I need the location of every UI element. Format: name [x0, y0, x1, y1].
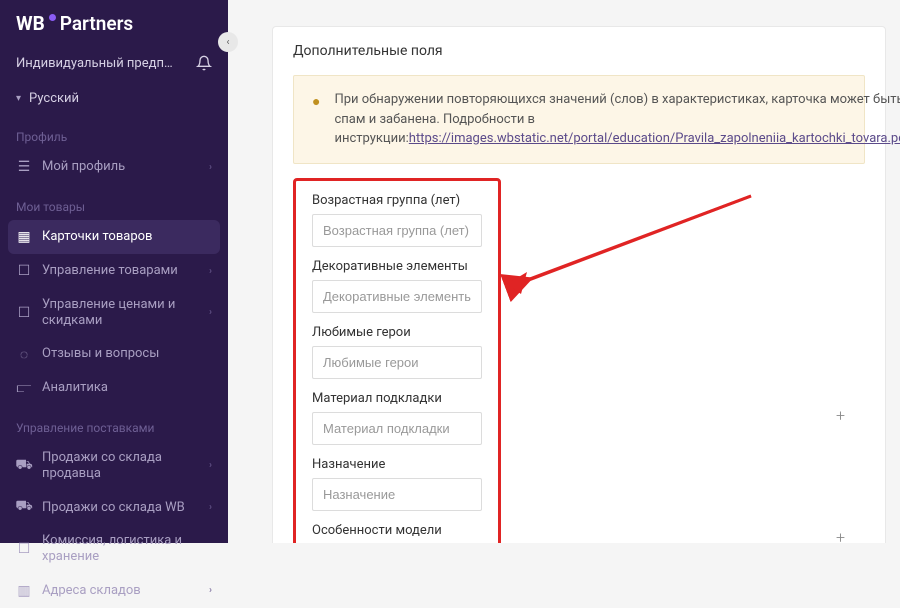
box-icon: ☐: [16, 263, 32, 279]
user-name: Индивидуальный предпр…: [16, 56, 176, 71]
field-label-age-group: Возрастная группа (лет): [312, 193, 482, 208]
truck-icon: ⛟: [16, 499, 32, 515]
nav-my-profile[interactable]: ☰Мой профиль ›: [0, 150, 228, 184]
field-input-purpose[interactable]: [312, 478, 482, 511]
nav-manage-prices[interactable]: ☐Управление ценами и скидками ›: [0, 288, 228, 337]
warning-banner: ● При обнаружении повторяющихся значений…: [293, 75, 865, 164]
section-profile: Профиль: [0, 114, 228, 150]
chevron-right-icon: ›: [209, 266, 212, 277]
section-products: Мои товары: [0, 184, 228, 220]
user-row[interactable]: Индивидуальный предпр…: [0, 49, 228, 83]
warning-icon: ●: [312, 92, 320, 149]
chevron-right-icon: ›: [209, 162, 212, 173]
nav-manage-products[interactable]: ☐Управление товарами ›: [0, 254, 228, 288]
nav-warehouses[interactable]: ▥Адреса складов ›: [0, 574, 228, 608]
calc-icon: ☐: [16, 541, 32, 557]
chart-icon: ⫍: [16, 380, 32, 396]
nav-reviews[interactable]: ◌Отзывы и вопросы: [0, 337, 228, 371]
warning-link[interactable]: https://images.wbstatic.net/portal/educa…: [409, 131, 900, 146]
plus-icon[interactable]: +: [836, 406, 845, 425]
nav-commission[interactable]: ☐Комиссия, логистика и хранение: [0, 524, 228, 573]
chevron-right-icon: ›: [209, 502, 212, 513]
warning-text: При обнаружении повторяющихся значений (…: [334, 90, 900, 149]
annotation-arrow: [501, 186, 761, 306]
panel-title: Дополнительные поля: [293, 43, 865, 59]
field-label-heroes: Любимые герои: [312, 325, 482, 340]
nav-product-cards[interactable]: ▦Карточки товаров: [8, 220, 220, 254]
field-label-lining: Материал подкладки: [312, 391, 482, 406]
sidebar: WB Partners Индивидуальный предпр… ▾ Русс…: [0, 0, 228, 543]
logo-partners: Partners: [60, 12, 133, 35]
form-area: Возрастная группа (лет) Декоративные эле…: [293, 178, 865, 544]
panel-additional-fields: Дополнительные поля ● При обнаружении по…: [272, 26, 886, 543]
bell-icon[interactable]: [196, 55, 212, 71]
logo: WB Partners: [0, 12, 228, 49]
chat-icon: ◌: [16, 346, 32, 362]
chevron-down-icon: ▾: [16, 93, 21, 104]
chevron-right-icon: ›: [209, 585, 212, 596]
logo-wb: WB: [16, 12, 45, 35]
field-input-decorative[interactable]: [312, 280, 482, 313]
cart-icon: ⛟: [16, 458, 32, 474]
field-label-model-features: Особенности модели: [312, 523, 482, 538]
chevron-right-icon: ›: [209, 460, 212, 471]
cards-icon: ▦: [16, 229, 32, 245]
logo-dot-icon: [49, 14, 56, 21]
map-icon: ▥: [16, 583, 32, 599]
nav-sales-seller[interactable]: ⛟Продажи со склада продавца ›: [0, 441, 228, 490]
language-selector[interactable]: ▾ Русский: [0, 83, 228, 114]
nav-analytics[interactable]: ⫍Аналитика: [0, 371, 228, 405]
chevron-right-icon: ›: [209, 307, 212, 318]
field-input-age-group[interactable]: [312, 214, 482, 247]
field-input-lining[interactable]: [312, 412, 482, 445]
field-input-heroes[interactable]: [312, 346, 482, 379]
field-label-decorative: Декоративные элементы: [312, 259, 482, 274]
profile-icon: ☰: [16, 159, 32, 175]
nav-sales-wb[interactable]: ⛟Продажи со склада WB ›: [0, 490, 228, 524]
main-content: Дополнительные поля ● При обнаружении по…: [228, 0, 900, 543]
language-label: Русский: [29, 91, 79, 106]
plus-icon[interactable]: +: [836, 528, 845, 544]
field-label-purpose: Назначение: [312, 457, 482, 472]
highlighted-fields: Возрастная группа (лет) Декоративные эле…: [293, 178, 501, 544]
section-supply: Управление поставками: [0, 405, 228, 441]
price-icon: ☐: [16, 305, 32, 321]
